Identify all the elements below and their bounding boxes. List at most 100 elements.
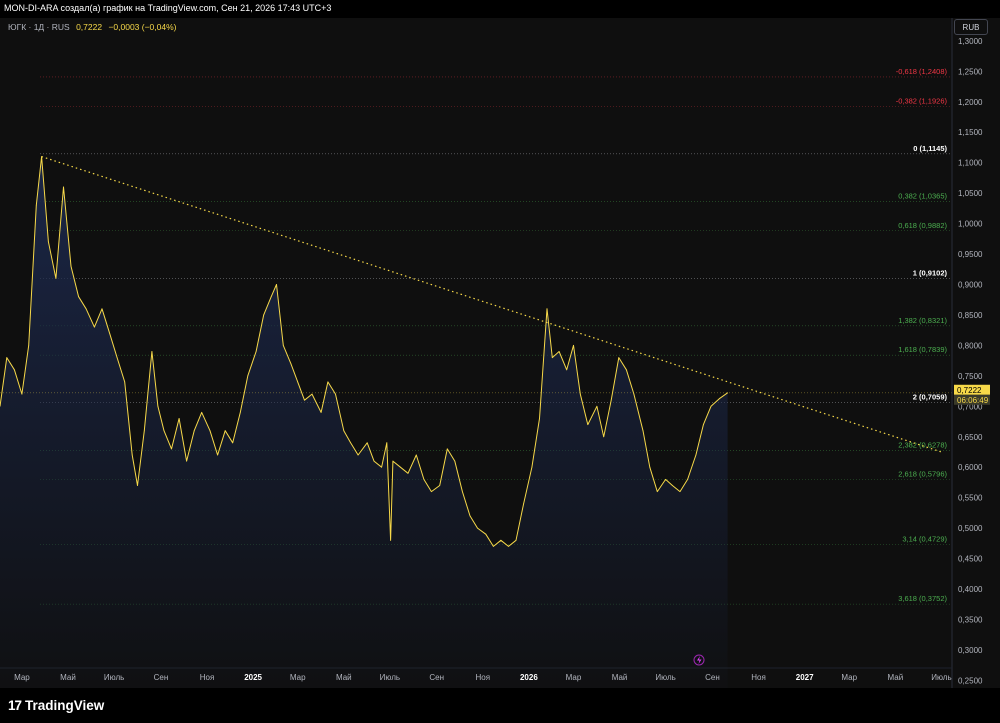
tradingview-logo[interactable]: 17 TradingView <box>8 698 104 713</box>
tradingview-logo-icon: 17 <box>8 698 22 713</box>
price-point <box>539 418 540 419</box>
price-point <box>415 454 417 456</box>
price-point <box>35 204 37 206</box>
price-point <box>546 308 548 310</box>
price-point <box>687 479 688 480</box>
price-point <box>276 284 277 285</box>
price-point <box>366 442 368 444</box>
price-chart[interactable]: -0,618 (1,2408) -0,382 (1,1926) 0 (1,1145)… <box>0 0 1000 723</box>
x-tick-label: Мар <box>841 673 857 682</box>
y-tick-label: 0,3000 <box>958 646 983 655</box>
price-point <box>157 405 159 407</box>
price-point <box>373 460 375 462</box>
y-tick-label: 0,5000 <box>958 524 983 533</box>
price-area-fill <box>0 156 728 689</box>
price-point <box>290 363 292 365</box>
price-point <box>679 491 681 492</box>
x-tick-label: Сен <box>154 673 169 682</box>
x-tick-label: Июль <box>655 673 675 682</box>
price-point <box>14 369 15 371</box>
x-tick-label: Ноя <box>200 673 215 682</box>
price-point <box>596 405 598 407</box>
symbol-name[interactable]: ЮГК · 1Д · RUS <box>8 22 70 32</box>
fib-level-label: -0,382 (1,1926) <box>896 96 948 105</box>
x-tick-label: Май <box>336 673 352 682</box>
y-tick-label: 1,1000 <box>958 159 983 168</box>
price-point <box>163 430 165 432</box>
price-point <box>477 527 478 529</box>
price-point <box>217 454 219 456</box>
x-tick-label: Сен <box>705 673 720 682</box>
price-point <box>178 418 180 419</box>
price-point <box>55 278 57 279</box>
price-point <box>137 485 138 486</box>
x-tick-label: Сен <box>429 673 444 682</box>
price-point <box>710 405 712 407</box>
price-point <box>462 491 463 492</box>
price-point <box>78 296 79 298</box>
price-point <box>357 454 359 456</box>
price-point <box>531 466 533 468</box>
y-tick-label: 1,2500 <box>958 67 983 76</box>
x-tick-label: Июль <box>380 673 400 682</box>
price-point <box>573 345 574 346</box>
x-tick-label: Июль <box>104 673 124 682</box>
price-point <box>665 479 666 480</box>
price-point <box>626 369 627 371</box>
y-tick-label: 0,4500 <box>958 555 983 564</box>
price-point <box>642 430 644 432</box>
fib-level-label: 0 (1,1145) <box>913 144 947 153</box>
price-point <box>255 351 257 352</box>
price-point <box>508 546 509 547</box>
price-point <box>566 369 568 371</box>
price-point <box>101 308 103 310</box>
price-point <box>224 430 226 432</box>
fib-level-label: 1 (0,9102) <box>913 268 948 277</box>
price-point <box>151 351 153 352</box>
price-point <box>407 472 409 474</box>
price-point <box>392 460 394 462</box>
price-point <box>201 412 203 413</box>
symbol-legend: ЮГК · 1Д · RUS 0,7222 −0,0003 (−0,04%) <box>8 22 177 32</box>
price-point <box>335 393 336 395</box>
price-point <box>523 503 524 505</box>
price-point <box>247 375 249 377</box>
price-point <box>485 533 487 535</box>
price-point <box>454 460 456 462</box>
y-tick-label: 1,0500 <box>958 189 983 198</box>
price-point <box>63 186 64 188</box>
fib-level-label: -0,618 (1,2408) <box>896 67 948 76</box>
price-point <box>515 539 517 541</box>
y-tick-label: 0,2500 <box>958 676 983 685</box>
y-tick-label: 0,9000 <box>958 280 983 289</box>
x-tick-label: Мар <box>566 673 582 682</box>
x-tick-label: Май <box>60 673 76 682</box>
price-point <box>232 442 234 444</box>
price-point <box>390 539 391 541</box>
price-point <box>282 345 284 346</box>
price-point <box>431 491 432 492</box>
price-point <box>618 357 620 358</box>
price-point <box>500 539 502 541</box>
y-tick-label: 0,8000 <box>958 341 983 350</box>
price-point <box>343 430 345 432</box>
price-point <box>381 466 382 468</box>
fib-level-label: 2,618 (0,5796) <box>898 470 947 479</box>
price-point <box>558 351 560 352</box>
price-point <box>70 265 72 267</box>
price-point <box>656 491 658 492</box>
x-tick-label: Июль <box>931 673 951 682</box>
y-tick-label: 0,8500 <box>958 311 983 320</box>
price-point <box>297 381 299 383</box>
price-point <box>695 454 697 456</box>
fib-level-label: 1,618 (0,7839) <box>898 345 947 354</box>
price-point <box>209 430 211 432</box>
price-point <box>320 412 322 413</box>
x-tick-label: 2027 <box>796 673 814 682</box>
price-point <box>131 454 133 456</box>
price-point <box>603 436 605 438</box>
price-point <box>263 314 265 316</box>
currency-button[interactable]: RUB <box>954 19 988 35</box>
x-tick-label: 2025 <box>244 673 262 682</box>
y-tick-label: 0,6000 <box>958 463 983 472</box>
